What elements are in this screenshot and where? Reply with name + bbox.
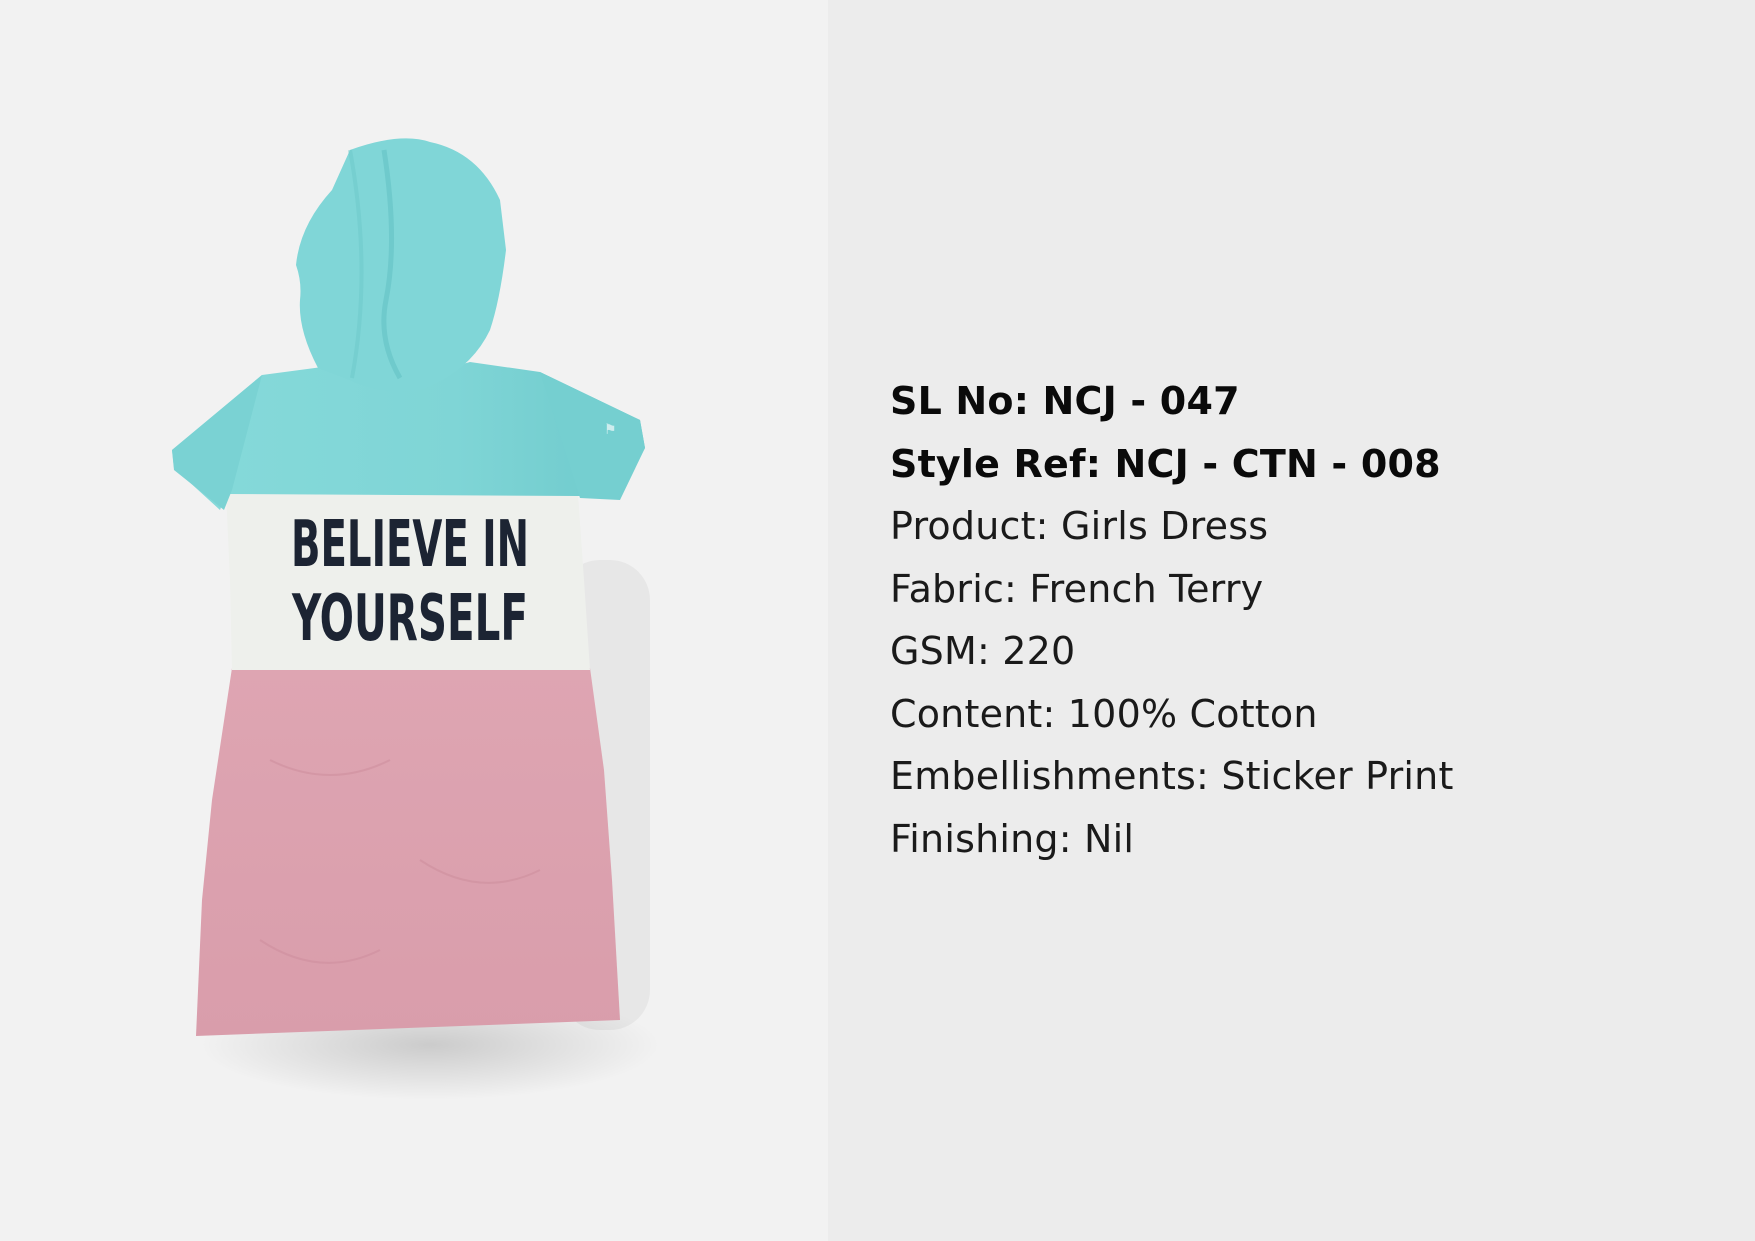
- print-line-1: BELIEVE IN: [291, 508, 529, 582]
- fabric: Fabric: French Terry: [890, 566, 1264, 611]
- product: Product: Girls Dress: [890, 504, 1269, 548]
- embellishments: Embellishments: Sticker Print: [890, 754, 1454, 798]
- style-ref: Style Ref: NCJ - CTN - 008: [890, 441, 1441, 486]
- skirt-panel: [196, 668, 620, 1036]
- gsm: GSM: 220: [890, 629, 1076, 673]
- product-photo-girls-dress: ⚑ BELIEVE IN YOURSELF: [172, 138, 660, 1100]
- sl-no: SL No: NCJ - 047: [890, 379, 1240, 423]
- spec-list: SL No: NCJ - 047 Style Ref: NCJ - CTN - …: [890, 370, 1710, 870]
- print-line-2: YOURSELF: [291, 582, 528, 656]
- hood: [296, 138, 506, 392]
- finishing: Finishing: Nil: [890, 816, 1135, 861]
- content: Content: 100% Cotton: [890, 691, 1318, 736]
- sleeve-logo: ⚑: [604, 422, 617, 438]
